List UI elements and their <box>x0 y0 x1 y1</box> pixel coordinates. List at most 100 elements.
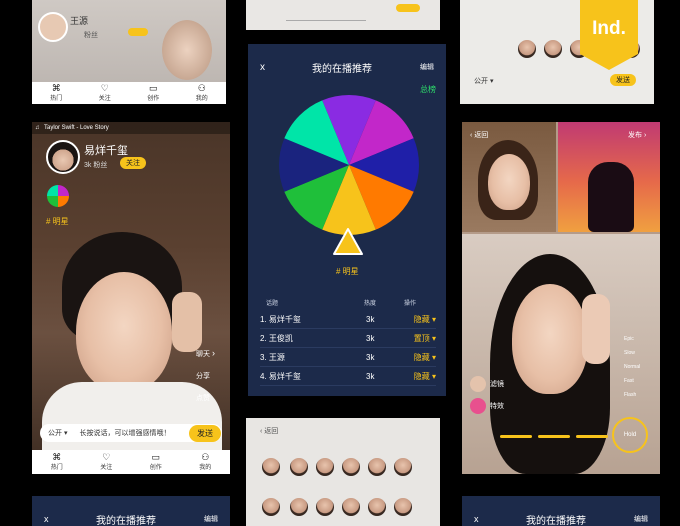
speed-epic[interactable]: Epic <box>624 332 640 346</box>
bottom-right-card: x 我的在播推荐 编辑 <box>462 496 660 526</box>
headphones-icon: ♫ <box>35 125 40 131</box>
menu-share[interactable]: 分享 <box>196 371 215 381</box>
video-icon: ▭ <box>151 452 160 462</box>
tab-me[interactable]: ⚇ 我的 <box>196 83 208 103</box>
tab-bar: ⌘ 热门 ♡ 关注 ▭ 创作 ⚇ 我的 <box>32 450 230 474</box>
send-button[interactable]: 发送 <box>610 74 636 86</box>
edit-button[interactable]: 编辑 <box>634 514 648 524</box>
music-title: Taylor Swift - Love Story <box>44 125 109 131</box>
back-button[interactable]: ‹ 返回 <box>260 426 278 436</box>
speed-slow[interactable]: Slow <box>624 346 640 360</box>
avatar-grid-card: ‹ 返回 <box>246 418 440 526</box>
list-item[interactable] <box>342 458 360 476</box>
speed-fast[interactable]: Fast <box>624 374 640 388</box>
comment-bar: 公开 ▾ 长按说话，可以增强感情哦！ 发送 <box>40 424 222 442</box>
list-item[interactable] <box>342 498 360 516</box>
filter-button[interactable]: 滤镜 <box>470 376 504 392</box>
slider-track <box>286 20 366 21</box>
list-item[interactable] <box>316 458 334 476</box>
profile-name: 易烊千玺 <box>84 145 128 157</box>
send-button[interactable] <box>396 4 420 12</box>
menu-chat[interactable]: 聊天 › <box>196 348 215 359</box>
table-row: 2. 王俊凯 3k 置顶 ▾ <box>260 329 436 348</box>
list-item[interactable] <box>290 458 308 476</box>
tab-bar: ⌘ 热门 ♡ 关注 ▭ 创作 ⚇ 我的 <box>32 82 226 104</box>
live-profile-card: ♫ Taylor Swift - Love Story 易烊千玺 3k 粉丝 关… <box>32 122 230 474</box>
heart-silhouette <box>588 162 634 232</box>
speed-menu: Epic Slow Normal Fast Flash <box>624 332 640 402</box>
tab-hot[interactable]: ⌘ 热门 <box>50 83 62 103</box>
face <box>76 272 172 392</box>
profile-fans: 3k 粉丝 <box>84 162 108 169</box>
effect-button[interactable]: 特效 <box>470 398 504 414</box>
record-progress <box>500 435 608 438</box>
panel-title: 我的在播推荐 <box>96 516 156 526</box>
list-item[interactable] <box>262 458 280 476</box>
row-action-dropdown[interactable]: 置顶 ▾ <box>406 333 436 344</box>
person-icon: ⚇ <box>197 83 206 93</box>
video-icon: ▭ <box>148 83 158 93</box>
list-item[interactable] <box>544 40 562 58</box>
list-item[interactable] <box>518 40 536 58</box>
tab-follow[interactable]: ♡ 关注 <box>100 453 112 472</box>
message-input[interactable]: 长按说话，可以增强感情哦！ <box>79 428 189 438</box>
command-icon: ⌘ <box>52 452 62 462</box>
bottom-left-card: x 我的在播推荐 编辑 <box>32 496 230 526</box>
row-action-dropdown[interactable]: 隐藏 ▾ <box>406 314 436 325</box>
camera-card: ‹ 返回 发布 › Epic Slow Normal Fast Flash 滤镜… <box>462 122 660 474</box>
effect-icon <box>470 398 486 414</box>
username: 王源 <box>70 16 89 26</box>
list-item[interactable] <box>394 458 412 476</box>
hand-gesture <box>172 292 202 352</box>
wheel-panel: x 我的在播推荐 编辑 总榜 # 明星 话题 热度 操作 1. 易烊千玺 3k 隐藏… <box>248 44 446 396</box>
spin-wheel[interactable] <box>278 94 420 236</box>
panel-title: 我的在播推荐 <box>312 64 372 75</box>
tab-me[interactable]: ⚇ 我的 <box>199 453 211 472</box>
row-action-dropdown[interactable]: 隐藏 ▾ <box>406 371 436 382</box>
chevron-right-icon: › <box>211 348 215 358</box>
top-middle-card <box>246 0 440 30</box>
list-item[interactable] <box>316 498 334 516</box>
table-header: 话题 热度 操作 <box>266 301 417 307</box>
row-action-dropdown[interactable]: 隐藏 ▾ <box>406 352 436 363</box>
avatar[interactable] <box>38 12 68 42</box>
edit-button[interactable]: 编辑 <box>420 62 434 72</box>
command-icon: ⌘ <box>51 83 61 93</box>
close-icon[interactable]: x <box>260 62 265 73</box>
table-row: 1. 易烊千玺 3k 隐藏 ▾ <box>260 310 436 329</box>
wheel-pointer-icon[interactable] <box>332 226 364 258</box>
list-item[interactable] <box>262 498 280 516</box>
hand-gesture <box>162 20 212 80</box>
tab-hot[interactable]: ⌘ 热门 <box>51 452 63 472</box>
mini-wheel-icon[interactable] <box>46 184 70 208</box>
visibility-select[interactable]: 公开 ▾ <box>474 76 493 86</box>
speed-normal[interactable]: Normal <box>624 360 640 374</box>
menu-like[interactable]: 点赞 <box>196 393 215 403</box>
tab-create[interactable]: ▭ 创作 <box>150 452 162 472</box>
visibility-select[interactable]: 公开 ▾ <box>48 428 67 438</box>
panel-title: 我的在播推荐 <box>526 516 586 526</box>
filter-icon <box>470 376 486 392</box>
list-item[interactable] <box>368 458 386 476</box>
publish-button[interactable]: 发布 › <box>628 130 646 140</box>
follow-button[interactable] <box>128 28 148 36</box>
tab-create[interactable]: ▭ 创作 <box>147 83 159 103</box>
profile-avatar[interactable] <box>46 140 80 174</box>
close-icon[interactable]: x <box>44 514 49 524</box>
list-item[interactable] <box>368 498 386 516</box>
edit-button[interactable]: 编辑 <box>204 514 218 524</box>
brand-badge: Ind. <box>580 0 638 70</box>
total-ranking-link[interactable]: 总榜 <box>420 84 436 95</box>
speed-flash[interactable]: Flash <box>624 388 640 402</box>
hold-record-button[interactable]: Hold <box>612 417 648 453</box>
profile-tag[interactable]: # 明星 <box>46 216 69 227</box>
close-icon[interactable]: x <box>474 514 479 524</box>
back-button[interactable]: ‹ 返回 <box>470 130 488 140</box>
list-item[interactable] <box>290 498 308 516</box>
tab-follow[interactable]: ♡ 关注 <box>99 84 111 103</box>
list-item[interactable] <box>394 498 412 516</box>
hand-gesture <box>582 294 610 364</box>
wheel-tag: # 明星 <box>336 267 359 276</box>
send-button[interactable]: 发送 <box>189 424 221 442</box>
follow-button[interactable]: 关注 <box>120 157 146 169</box>
